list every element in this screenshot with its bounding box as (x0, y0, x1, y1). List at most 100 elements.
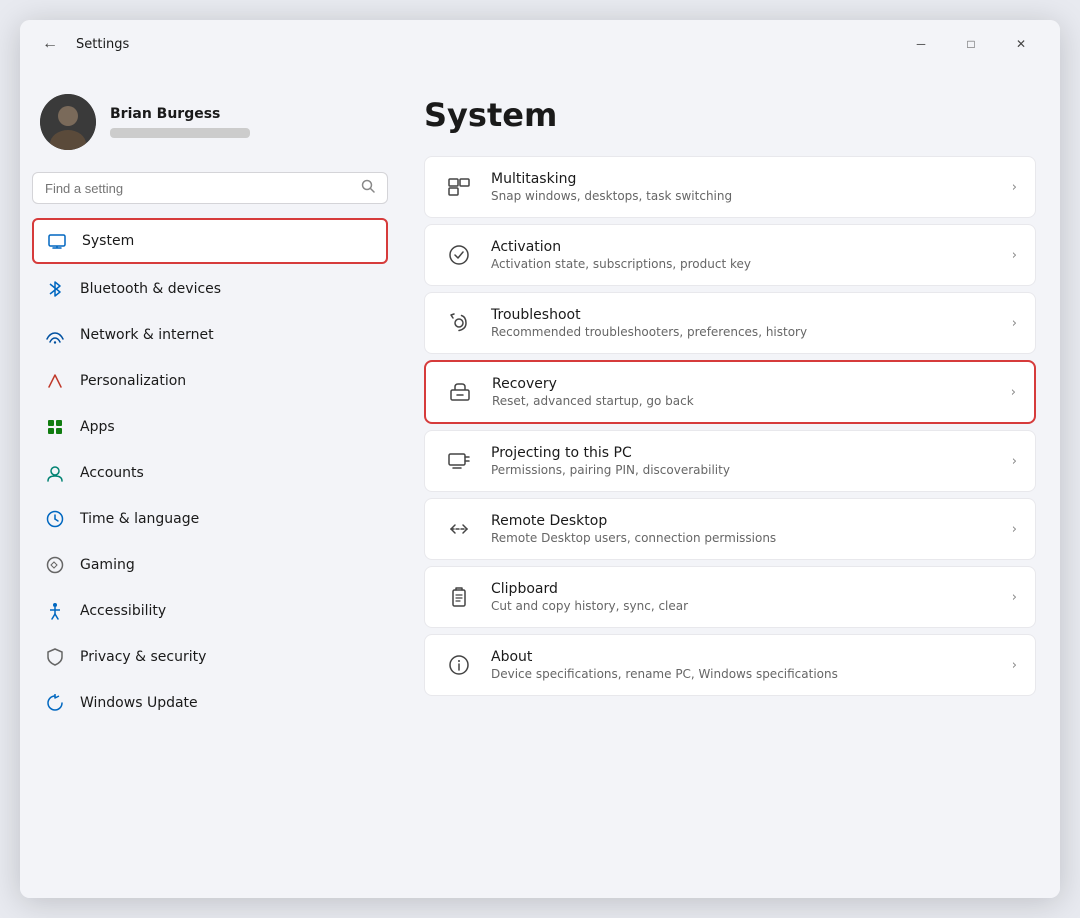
minimize-button[interactable]: ─ (898, 28, 944, 60)
sidebar-label-privacy: Privacy & security (80, 649, 206, 665)
settings-item-clipboard[interactable]: Clipboard Cut and copy history, sync, cl… (424, 566, 1036, 628)
activation-icon (443, 239, 475, 271)
troubleshoot-desc: Recommended troubleshooters, preferences… (491, 325, 996, 339)
about-text: About Device specifications, rename PC, … (491, 649, 996, 681)
search-icon (361, 179, 375, 197)
chevron-icon: › (1012, 522, 1017, 537)
projecting-title: Projecting to this PC (491, 445, 996, 461)
multitasking-title: Multitasking (491, 171, 996, 187)
sidebar-label-network: Network & internet (80, 327, 214, 343)
chevron-icon: › (1012, 658, 1017, 673)
windows-update-icon (44, 692, 66, 714)
sidebar-label-apps: Apps (80, 419, 115, 435)
time-icon (44, 508, 66, 530)
sidebar-label-gaming: Gaming (80, 557, 135, 573)
titlebar-left: ← Settings (36, 30, 129, 58)
bluetooth-icon (44, 278, 66, 300)
back-button[interactable]: ← (36, 30, 64, 58)
network-icon (44, 324, 66, 346)
chevron-icon: › (1012, 454, 1017, 469)
accessibility-icon (44, 600, 66, 622)
about-icon (443, 649, 475, 681)
about-desc: Device specifications, rename PC, Window… (491, 667, 996, 681)
sidebar-item-personalization[interactable]: Personalization (32, 360, 388, 402)
sidebar-item-network[interactable]: Network & internet (32, 314, 388, 356)
sidebar-label-system: System (82, 233, 134, 249)
settings-item-projecting[interactable]: Projecting to this PC Permissions, pairi… (424, 430, 1036, 492)
titlebar-title: Settings (76, 37, 129, 52)
chevron-icon: › (1012, 316, 1017, 331)
activation-desc: Activation state, subscriptions, product… (491, 257, 996, 271)
search-input[interactable] (45, 181, 353, 196)
chevron-icon: › (1012, 180, 1017, 195)
settings-item-multitasking[interactable]: Multitasking Snap windows, desktops, tas… (424, 156, 1036, 218)
sidebar-item-bluetooth[interactable]: Bluetooth & devices (32, 268, 388, 310)
search-box[interactable] (32, 172, 388, 204)
close-button[interactable]: ✕ (998, 28, 1044, 60)
chevron-icon: › (1011, 385, 1016, 400)
projecting-desc: Permissions, pairing PIN, discoverabilit… (491, 463, 996, 477)
settings-item-troubleshoot[interactable]: Troubleshoot Recommended troubleshooters… (424, 292, 1036, 354)
remote-desktop-text: Remote Desktop Remote Desktop users, con… (491, 513, 996, 545)
accounts-icon (44, 462, 66, 484)
titlebar: ← Settings ─ □ ✕ (20, 20, 1060, 68)
settings-window: ← Settings ─ □ ✕ Brian Burgess (20, 20, 1060, 898)
sidebar-label-time: Time & language (80, 511, 199, 527)
activation-text: Activation Activation state, subscriptio… (491, 239, 996, 271)
settings-item-about[interactable]: About Device specifications, rename PC, … (424, 634, 1036, 696)
troubleshoot-text: Troubleshoot Recommended troubleshooters… (491, 307, 996, 339)
sidebar-item-privacy[interactable]: Privacy & security (32, 636, 388, 678)
privacy-icon (44, 646, 66, 668)
clipboard-desc: Cut and copy history, sync, clear (491, 599, 996, 613)
multitasking-icon (443, 171, 475, 203)
recovery-title: Recovery (492, 376, 995, 392)
sidebar-item-accessibility[interactable]: Accessibility (32, 590, 388, 632)
clipboard-icon (443, 581, 475, 613)
sidebar-item-accounts[interactable]: Accounts (32, 452, 388, 494)
recovery-icon (444, 376, 476, 408)
chevron-icon: › (1012, 590, 1017, 605)
sidebar-label-personalization: Personalization (80, 373, 186, 389)
gaming-icon (44, 554, 66, 576)
sidebar-label-accounts: Accounts (80, 465, 144, 481)
remote-desktop-title: Remote Desktop (491, 513, 996, 529)
recovery-text: Recovery Reset, advanced startup, go bac… (492, 376, 995, 408)
user-profile: Brian Burgess (32, 84, 388, 168)
apps-icon (44, 416, 66, 438)
projecting-text: Projecting to this PC Permissions, pairi… (491, 445, 996, 477)
activation-title: Activation (491, 239, 996, 255)
settings-item-remote-desktop[interactable]: Remote Desktop Remote Desktop users, con… (424, 498, 1036, 560)
sidebar-item-system[interactable]: System (32, 218, 388, 264)
troubleshoot-icon (443, 307, 475, 339)
sidebar-item-windows-update[interactable]: Windows Update (32, 682, 388, 724)
chevron-icon: › (1012, 248, 1017, 263)
sidebar-item-apps[interactable]: Apps (32, 406, 388, 448)
titlebar-controls: ─ □ ✕ (898, 28, 1044, 60)
multitasking-text: Multitasking Snap windows, desktops, tas… (491, 171, 996, 203)
content-area: Brian Burgess (20, 68, 1060, 898)
personalization-icon (44, 370, 66, 392)
sidebar-label-accessibility: Accessibility (80, 603, 166, 619)
user-name: Brian Burgess (110, 106, 250, 122)
sidebar-label-bluetooth: Bluetooth & devices (80, 281, 221, 297)
troubleshoot-title: Troubleshoot (491, 307, 996, 323)
projecting-icon (443, 445, 475, 477)
sidebar-label-windows-update: Windows Update (80, 695, 198, 711)
multitasking-desc: Snap windows, desktops, task switching (491, 189, 996, 203)
user-info: Brian Burgess (110, 106, 250, 138)
settings-list: Multitasking Snap windows, desktops, tas… (424, 156, 1036, 696)
sidebar-item-gaming[interactable]: Gaming (32, 544, 388, 586)
user-email-placeholder (110, 128, 250, 138)
maximize-button[interactable]: □ (948, 28, 994, 60)
settings-item-recovery[interactable]: Recovery Reset, advanced startup, go bac… (424, 360, 1036, 424)
sidebar: Brian Burgess (20, 68, 400, 898)
avatar (40, 94, 96, 150)
clipboard-title: Clipboard (491, 581, 996, 597)
sidebar-item-time[interactable]: Time & language (32, 498, 388, 540)
clipboard-text: Clipboard Cut and copy history, sync, cl… (491, 581, 996, 613)
main-content: System Multitasking Snap windows, deskto… (400, 68, 1060, 898)
settings-item-activation[interactable]: Activation Activation state, subscriptio… (424, 224, 1036, 286)
page-title: System (424, 96, 1036, 134)
remote-desktop-desc: Remote Desktop users, connection permiss… (491, 531, 996, 545)
remote-desktop-icon (443, 513, 475, 545)
